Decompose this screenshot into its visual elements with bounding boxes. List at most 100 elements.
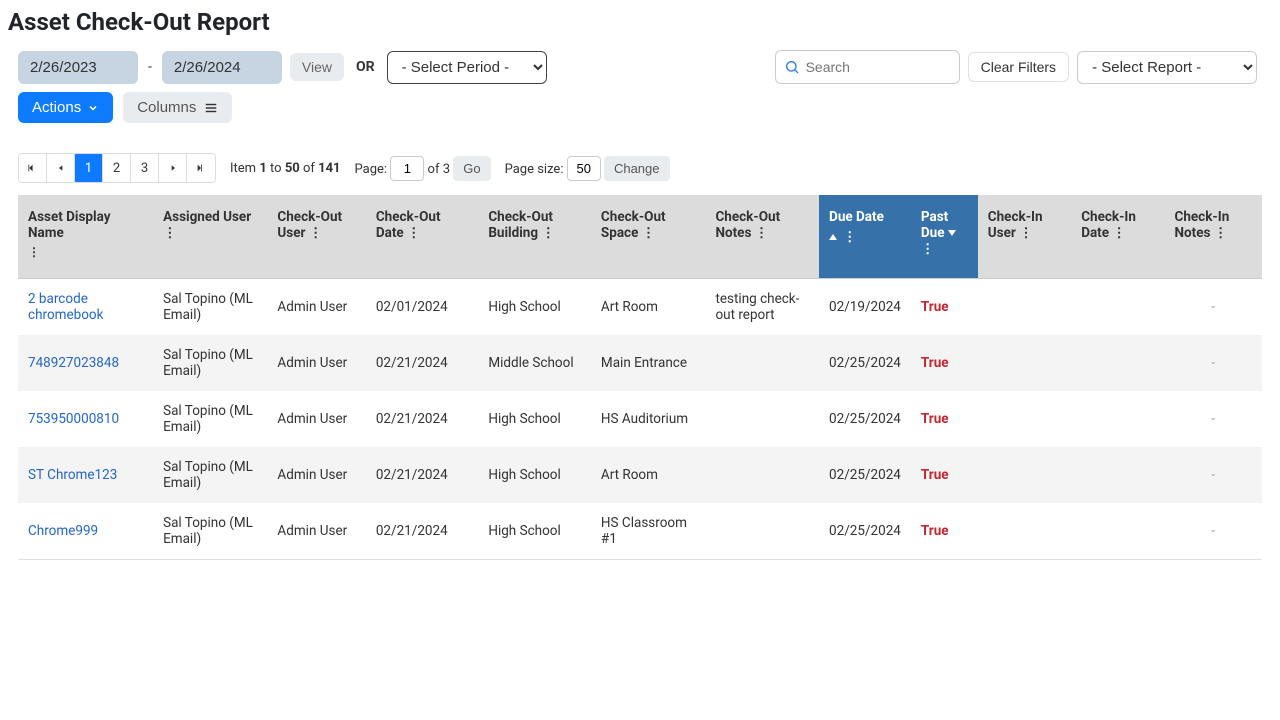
actions-button[interactable]: Actions bbox=[18, 92, 113, 123]
col-checkout-user[interactable]: Check-Out User ⋮ bbox=[267, 195, 365, 279]
page-group: Page: of 3 Go bbox=[355, 156, 491, 181]
page-input[interactable] bbox=[390, 156, 424, 181]
col-checkin-user[interactable]: Check-In User ⋮ bbox=[978, 195, 1071, 279]
checkin-date-cell bbox=[1071, 279, 1164, 336]
col-checkin-notes[interactable]: Check-In Notes ⋮ bbox=[1165, 195, 1263, 279]
checkout-user-cell: Admin User bbox=[267, 279, 365, 336]
checkout-building-cell: High School bbox=[478, 391, 591, 447]
column-menu-icon[interactable]: ⋮ bbox=[163, 225, 177, 241]
asset-link[interactable]: ST Chrome123 bbox=[28, 467, 117, 483]
assigned-user-cell: Sal Topino (ML Email) bbox=[153, 279, 267, 336]
checkout-user-cell: Admin User bbox=[267, 335, 365, 391]
search-input[interactable] bbox=[800, 55, 951, 79]
due-date-cell: 02/25/2024 bbox=[819, 503, 911, 560]
col-checkout-date[interactable]: Check-Out Date ⋮ bbox=[366, 195, 478, 279]
column-menu-icon[interactable]: ⋮ bbox=[309, 225, 323, 241]
column-menu-icon[interactable]: ⋮ bbox=[1019, 225, 1033, 241]
sort-desc-icon bbox=[948, 230, 956, 236]
assigned-user-cell: Sal Topino (ML Email) bbox=[153, 503, 267, 560]
pager-page-2[interactable]: 2 bbox=[103, 154, 131, 182]
col-checkout-building[interactable]: Check-Out Building ⋮ bbox=[478, 195, 591, 279]
checkout-notes-cell bbox=[705, 503, 819, 560]
column-menu-icon[interactable]: ⋮ bbox=[1214, 225, 1228, 241]
past-due-cell: True bbox=[911, 391, 978, 447]
column-menu-icon[interactable]: ⋮ bbox=[1112, 225, 1126, 241]
list-icon bbox=[204, 101, 218, 115]
col-due-date[interactable]: Due Date ⋮ bbox=[819, 195, 911, 279]
column-menu-icon[interactable]: ⋮ bbox=[843, 229, 857, 245]
page-title: Asset Check-Out Report bbox=[6, 8, 1274, 36]
clear-filters-button[interactable]: Clear Filters bbox=[968, 52, 1069, 82]
period-select[interactable]: - Select Period - bbox=[387, 51, 547, 84]
asset-link[interactable]: 753950000810 bbox=[28, 411, 119, 427]
past-due-cell: True bbox=[911, 279, 978, 336]
checkin-date-cell bbox=[1071, 503, 1164, 560]
date-from-input[interactable] bbox=[18, 51, 138, 84]
prev-icon bbox=[57, 163, 65, 173]
asset-link[interactable]: Chrome999 bbox=[28, 523, 98, 539]
sort-asc-icon bbox=[829, 234, 837, 240]
checkout-date-cell: 02/01/2024 bbox=[366, 279, 478, 336]
checkin-user-cell bbox=[978, 279, 1071, 336]
pager-nav: 1 2 3 bbox=[18, 153, 216, 183]
column-menu-icon[interactable]: ⋮ bbox=[28, 245, 40, 259]
checkout-user-cell: Admin User bbox=[267, 503, 365, 560]
pager-next[interactable] bbox=[159, 154, 187, 182]
checkout-building-cell: High School bbox=[478, 447, 591, 503]
pager-page-1[interactable]: 1 bbox=[75, 154, 103, 182]
checkout-space-cell: Main Entrance bbox=[591, 335, 706, 391]
checkout-space-cell: Art Room bbox=[591, 447, 706, 503]
pager-page-3[interactable]: 3 bbox=[131, 154, 159, 182]
column-menu-icon[interactable]: ⋮ bbox=[755, 225, 769, 241]
checkout-notes-cell bbox=[705, 447, 819, 503]
asset-link[interactable]: 2 barcode chromebook bbox=[28, 291, 103, 323]
pager-prev[interactable] bbox=[47, 154, 75, 182]
page-size-group: Page size: Change bbox=[505, 156, 670, 181]
search-wrap[interactable] bbox=[775, 50, 960, 84]
columns-button[interactable]: Columns bbox=[123, 92, 232, 123]
checkin-user-cell bbox=[978, 335, 1071, 391]
assigned-user-cell: Sal Topino (ML Email) bbox=[153, 335, 267, 391]
date-to-input[interactable] bbox=[162, 51, 282, 84]
col-checkout-space[interactable]: Check-Out Space ⋮ bbox=[591, 195, 706, 279]
col-asset-display-name[interactable]: Asset Display Name⋮ bbox=[18, 195, 153, 279]
assigned-user-cell: Sal Topino (ML Email) bbox=[153, 391, 267, 447]
col-checkin-date[interactable]: Check-In Date ⋮ bbox=[1071, 195, 1164, 279]
report-select[interactable]: - Select Report - bbox=[1077, 51, 1257, 84]
table-row: 753950000810 Sal Topino (ML Email)Admin U… bbox=[18, 391, 1262, 447]
checkout-date-cell: 02/21/2024 bbox=[366, 391, 478, 447]
asset-link[interactable]: 748927023848 bbox=[28, 355, 119, 371]
column-menu-icon[interactable]: ⋮ bbox=[407, 225, 421, 241]
checkout-building-cell: High School bbox=[478, 279, 591, 336]
checkin-notes-cell: - bbox=[1165, 391, 1263, 447]
column-menu-icon[interactable]: ⋮ bbox=[541, 225, 555, 241]
page-size-input[interactable] bbox=[567, 156, 601, 181]
last-icon bbox=[196, 163, 206, 173]
item-range: Item 1 to 50 of 141 bbox=[230, 161, 341, 176]
checkout-building-cell: High School bbox=[478, 503, 591, 560]
checkin-user-cell bbox=[978, 391, 1071, 447]
col-assigned-user[interactable]: Assigned User ⋮ bbox=[153, 195, 267, 279]
report-table: Asset Display Name⋮ Assigned User ⋮ Chec… bbox=[18, 195, 1262, 560]
pager-last[interactable] bbox=[187, 154, 215, 182]
view-button[interactable]: View bbox=[290, 53, 344, 81]
pager-first[interactable] bbox=[19, 154, 47, 182]
col-past-due[interactable]: Past Due ⋮ bbox=[911, 195, 978, 279]
go-button[interactable]: Go bbox=[453, 156, 490, 181]
col-checkout-notes[interactable]: Check-Out Notes ⋮ bbox=[705, 195, 819, 279]
checkout-user-cell: Admin User bbox=[267, 391, 365, 447]
checkout-space-cell: Art Room bbox=[591, 279, 706, 336]
checkout-notes-cell bbox=[705, 391, 819, 447]
column-menu-icon[interactable]: ⋮ bbox=[642, 225, 656, 241]
checkin-user-cell bbox=[978, 447, 1071, 503]
checkout-notes-cell bbox=[705, 335, 819, 391]
due-date-cell: 02/19/2024 bbox=[819, 279, 911, 336]
change-button[interactable]: Change bbox=[604, 156, 670, 181]
checkout-date-cell: 02/21/2024 bbox=[366, 447, 478, 503]
table-row: ST Chrome123Sal Topino (ML Email)Admin U… bbox=[18, 447, 1262, 503]
date-separator: - bbox=[146, 59, 154, 75]
table-row: 2 barcode chromebook Sal Topino (ML Email… bbox=[18, 279, 1262, 336]
search-icon bbox=[784, 59, 800, 75]
checkout-space-cell: HS Classroom #1 bbox=[591, 503, 706, 560]
column-menu-icon[interactable]: ⋮ bbox=[921, 241, 935, 257]
